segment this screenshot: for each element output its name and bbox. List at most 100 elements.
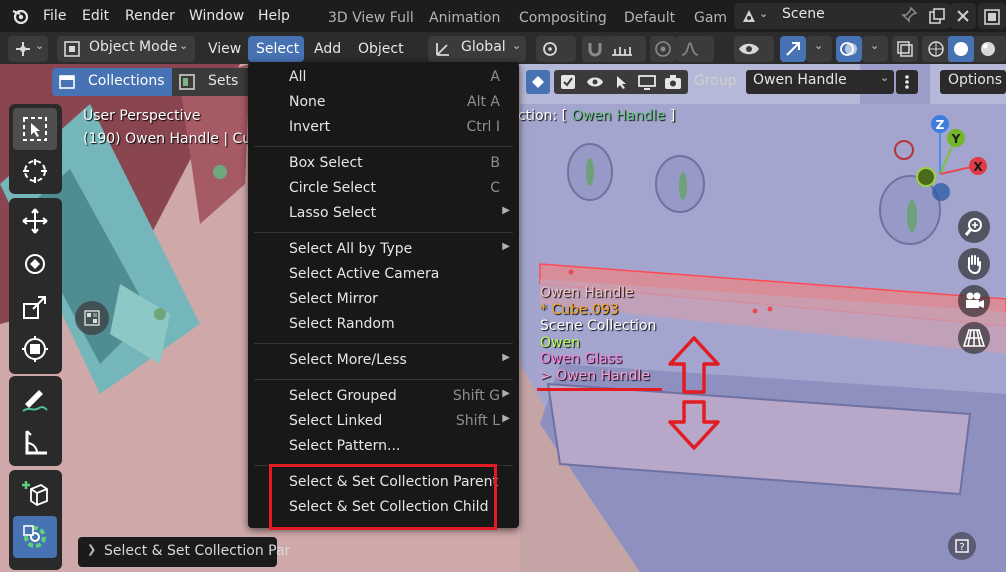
menu-item-label: Select Linked xyxy=(289,413,383,429)
overlays-dropdown[interactable]: ⌄ xyxy=(862,36,888,62)
menu-item-label: Select Random xyxy=(289,316,395,332)
menu-item-all[interactable]: All A xyxy=(248,66,519,91)
menu-item-select-more-less[interactable]: Select More/Less ▶ xyxy=(248,349,519,374)
menu-item-label: Lasso Select xyxy=(289,205,377,221)
gizmo-dropdown[interactable]: ⌄ xyxy=(806,36,832,62)
pivot-point-button[interactable] xyxy=(536,36,576,62)
workspace-tab-default[interactable]: Default xyxy=(624,0,675,32)
editor-type-button[interactable]: ⌄ xyxy=(8,36,48,62)
checkbox-icon[interactable] xyxy=(560,74,576,90)
mode-label: Object Mode xyxy=(89,39,178,55)
gizmo-toggle[interactable] xyxy=(780,36,806,62)
workspace-tab-game[interactable]: Gam xyxy=(694,0,727,32)
snap-toggle[interactable] xyxy=(582,36,608,62)
monitor-icon[interactable] xyxy=(638,74,656,90)
menu-item-none[interactable]: None Alt A xyxy=(248,91,519,116)
pin-icon[interactable] xyxy=(900,6,918,28)
menu-help[interactable]: Help xyxy=(258,0,290,32)
navigation-gizmo[interactable]: Z Y X xyxy=(884,114,994,214)
snap-increment-icon xyxy=(612,47,632,56)
viewport-header: ⌄ Object Mode ⌄ View Select Add Object G… xyxy=(0,32,1006,64)
workspace-tab-compositing[interactable]: Compositing xyxy=(519,0,607,32)
menu-file[interactable]: File xyxy=(43,0,66,32)
menu-view[interactable]: View xyxy=(208,36,241,62)
annotate-tool[interactable] xyxy=(13,379,57,421)
group-more-button[interactable] xyxy=(896,70,918,94)
overlay-item-owen-handle: Owen Handle xyxy=(540,285,634,301)
measure-icon xyxy=(25,430,47,455)
menu-window[interactable]: Window xyxy=(189,0,244,32)
overlays-toggle[interactable] xyxy=(836,36,862,62)
menu-item-label: Select More/Less xyxy=(289,352,407,368)
menu-item-invert[interactable]: Invert Ctrl I xyxy=(248,116,519,141)
overlay-item-scene-collection: Scene Collection xyxy=(540,318,657,334)
measure-tool[interactable] xyxy=(13,422,57,464)
zoom-button[interactable] xyxy=(958,211,990,243)
menu-item-select-active-camera[interactable]: Select Active Camera xyxy=(248,263,519,288)
chevron-down-icon: ⌄ xyxy=(179,39,189,52)
sets-tool[interactable] xyxy=(13,516,57,558)
pan-button[interactable] xyxy=(958,248,990,280)
collections-tab[interactable]: Collections xyxy=(52,68,172,96)
blender-logo-icon[interactable] xyxy=(10,0,32,32)
select-box-tool[interactable] xyxy=(13,108,57,150)
menu-item-select-grouped[interactable]: Select Grouped Shift G ▶ xyxy=(248,385,519,410)
menu-item-lasso-select[interactable]: Lasso Select ▶ xyxy=(248,202,519,227)
menu-add[interactable]: Add xyxy=(314,36,341,62)
workspace-tab-3d-view-full[interactable]: 3D View Full xyxy=(328,0,414,32)
rotate-icon xyxy=(25,254,45,274)
menu-object[interactable]: Object xyxy=(358,36,404,62)
overlay-item-owen: Owen xyxy=(540,334,580,351)
menu-item-select-random[interactable]: Select Random xyxy=(248,313,519,338)
diamond-toggle[interactable] xyxy=(526,70,550,94)
scale-tool[interactable] xyxy=(13,286,57,328)
wireframe-shading-icon[interactable] xyxy=(926,39,946,59)
cursor-tool[interactable] xyxy=(13,150,57,192)
sidebar-toggle-button[interactable] xyxy=(75,301,109,335)
view-layer-button[interactable] xyxy=(978,3,1006,29)
perspective-toggle-button[interactable] xyxy=(958,322,990,354)
camera-view-button[interactable] xyxy=(958,285,990,317)
snap-target-button[interactable] xyxy=(606,36,646,62)
submenu-arrow-icon: ▶ xyxy=(502,413,510,424)
menu-render[interactable]: Render xyxy=(125,0,175,32)
menu-item-circle-select[interactable]: Circle Select C xyxy=(248,177,519,202)
xray-toggle[interactable] xyxy=(892,36,918,62)
rotate-tool[interactable] xyxy=(13,243,57,285)
menu-select[interactable]: Select xyxy=(248,36,304,62)
menu-item-box-select[interactable]: Box Select B xyxy=(248,152,519,177)
layers-icon xyxy=(984,9,1000,25)
grid-perspective-icon xyxy=(963,329,985,347)
menu-edit[interactable]: Edit xyxy=(82,0,109,32)
camera-icon[interactable] xyxy=(664,74,682,90)
options-button[interactable]: Options xyxy=(940,70,1006,94)
group-selector[interactable]: Owen Handle ⌄ xyxy=(746,70,894,94)
menu-item-select-mirror[interactable]: Select Mirror xyxy=(248,288,519,313)
visibility-button[interactable] xyxy=(734,36,774,62)
scene-selector[interactable]: ⌄ Scene xyxy=(734,3,926,29)
mode-selector[interactable]: Object Mode ⌄ xyxy=(57,36,195,62)
menu-item-select-linked[interactable]: Select Linked Shift L ▶ xyxy=(248,410,519,435)
transform-orientation-selector[interactable]: Global ⌄ xyxy=(428,36,526,62)
workspace-tab-animation[interactable]: Animation xyxy=(429,0,500,32)
transform-tool[interactable] xyxy=(13,328,57,370)
add-cube-tool[interactable] xyxy=(13,472,57,514)
help-button[interactable]: ? xyxy=(948,532,976,560)
delete-scene-button[interactable] xyxy=(950,3,976,29)
menu-item-select-pattern[interactable]: Select Pattern... xyxy=(248,435,519,460)
sets-tab[interactable]: Sets xyxy=(172,68,252,96)
new-scene-button[interactable] xyxy=(924,3,950,29)
material-shading-icon[interactable] xyxy=(978,39,998,59)
menu-item-select-all-by-type[interactable]: Select All by Type ▶ xyxy=(248,238,519,263)
solid-shading-button[interactable] xyxy=(948,36,974,62)
menu-separator xyxy=(254,146,513,147)
last-operator-label: Select & Set Collection Par xyxy=(104,543,291,559)
proportional-edit-toggle[interactable] xyxy=(650,36,676,62)
eye-icon[interactable] xyxy=(586,75,604,89)
cursor-select-icon[interactable] xyxy=(614,74,630,90)
move-tool[interactable] xyxy=(13,200,57,242)
last-operator-panel[interactable]: ❯ Select & Set Collection Par xyxy=(78,537,290,567)
scene-icon xyxy=(740,7,758,29)
menu-item-label: Box Select xyxy=(289,155,363,171)
falloff-button[interactable] xyxy=(676,36,714,62)
